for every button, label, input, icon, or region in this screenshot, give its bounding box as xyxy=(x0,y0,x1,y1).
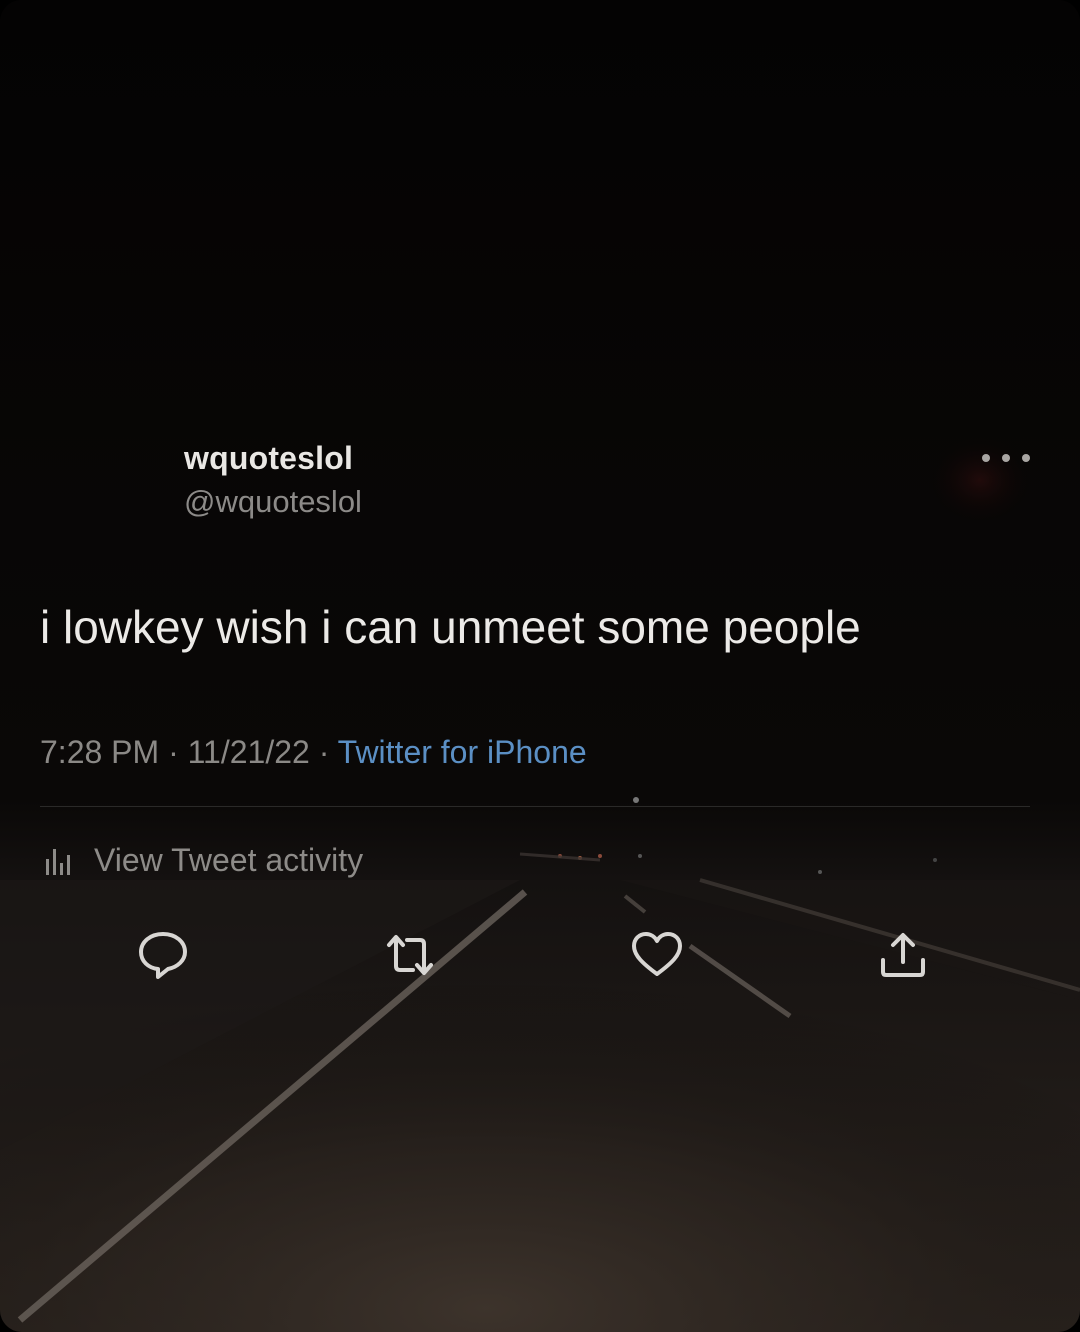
tweet-card: wquoteslol @wquoteslol i lowkey wish i c… xyxy=(0,0,1080,1332)
dot xyxy=(1022,454,1030,462)
reply-button[interactable] xyxy=(136,928,190,982)
user-handle[interactable]: @wquoteslol xyxy=(184,484,362,520)
share-upload-icon xyxy=(881,933,925,977)
bar-chart-icon xyxy=(46,849,70,875)
ellipsis-icon[interactable] xyxy=(982,448,1030,468)
display-name[interactable]: wquoteslol xyxy=(184,440,353,477)
meta-separator: · xyxy=(309,734,338,770)
tweet-date[interactable]: 11/21/22 xyxy=(188,734,310,770)
retweet-arrows-icon xyxy=(387,935,433,975)
speech-bubble-icon xyxy=(139,932,187,979)
heart-icon xyxy=(632,932,682,976)
view-tweet-activity-label: View Tweet activity xyxy=(94,841,364,878)
tweet-text: i lowkey wish i can unmeet some people xyxy=(40,601,861,653)
tweet-meta: 7:28 PM · 11/21/22 · Twitter for iPhone xyxy=(40,734,587,771)
dot xyxy=(982,454,990,462)
tweet-source-link[interactable]: Twitter for iPhone xyxy=(338,734,587,770)
meta-separator: · xyxy=(159,734,188,770)
like-button[interactable] xyxy=(630,928,684,982)
tweet-time[interactable]: 7:28 PM xyxy=(40,734,159,770)
share-button[interactable] xyxy=(876,928,930,982)
view-tweet-activity-button[interactable]: View Tweet activity xyxy=(40,838,363,882)
tweet-screenshot-frame: wquoteslol @wquoteslol i lowkey wish i c… xyxy=(0,0,1080,1332)
dot xyxy=(1002,454,1010,462)
retweet-button[interactable] xyxy=(383,928,437,982)
divider xyxy=(40,806,1030,807)
